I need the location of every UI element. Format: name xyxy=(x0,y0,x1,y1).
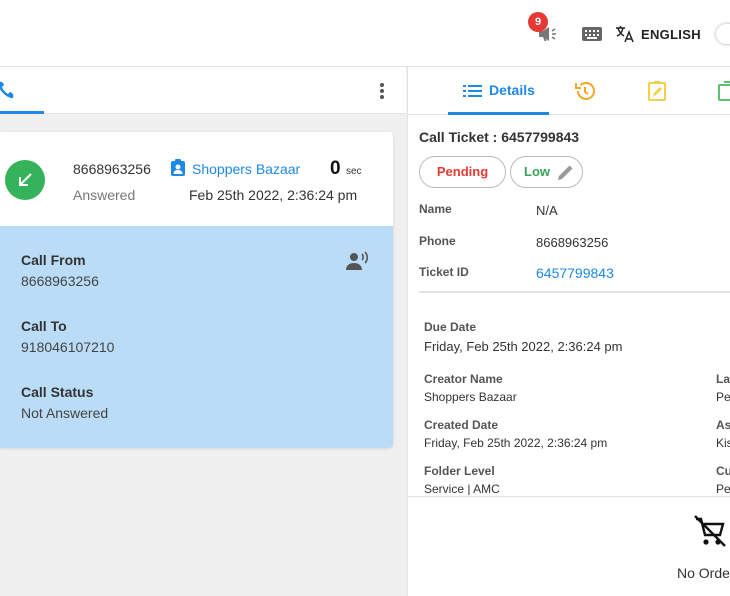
right-col-value-2: Kis xyxy=(716,436,730,450)
call-status: Answered xyxy=(73,187,136,203)
folder-level-value: Service | AMC xyxy=(424,482,500,495)
contact-card-icon xyxy=(170,159,186,177)
priority-chip[interactable]: Low xyxy=(510,156,583,188)
call-from-label: Call From xyxy=(21,252,86,268)
right-col-label-3: Cu xyxy=(716,464,730,478)
list-icon xyxy=(463,82,483,100)
right-col-label-1: La xyxy=(716,372,730,386)
keyboard-icon[interactable] xyxy=(581,24,603,44)
pencil-icon[interactable] xyxy=(556,163,574,181)
creator-name-value: Shoppers Bazaar xyxy=(424,390,517,404)
call-duration: 0 xyxy=(330,158,341,179)
active-tab-indicator xyxy=(0,111,44,114)
remove-shopping-cart-icon xyxy=(692,513,728,549)
right-col-label-2: As xyxy=(716,418,730,432)
name-label: Name xyxy=(419,202,452,216)
language-selector[interactable]: ENGLISH xyxy=(641,27,701,42)
contact-name-link[interactable]: Shoppers Bazaar xyxy=(192,161,300,177)
phone-icon[interactable] xyxy=(0,79,20,101)
record-voice-icon[interactable] xyxy=(345,250,369,272)
call-detail-section: Call From 8668963256 Call To 91804610721… xyxy=(0,226,393,448)
duration-unit: sec xyxy=(346,166,362,177)
call-status-label: Call Status xyxy=(21,384,94,400)
translate-icon[interactable] xyxy=(614,24,634,44)
edit-note-icon[interactable] xyxy=(645,79,669,103)
call-tabs xyxy=(0,67,406,114)
call-to-label: Call To xyxy=(21,318,67,334)
ticket-tabs: Details xyxy=(408,67,730,115)
priority-label: Low xyxy=(524,164,550,179)
ticket-id-label: Ticket ID xyxy=(419,265,469,279)
call-to-value: 918046107210 xyxy=(21,339,115,355)
phone-label: Phone xyxy=(419,234,456,248)
phone-value: 8668963256 xyxy=(536,235,609,250)
call-from-value: 8668963256 xyxy=(21,273,99,289)
creator-name-label: Creator Name xyxy=(424,372,503,386)
right-col-value-1: Pe xyxy=(716,390,730,404)
due-date-label: Due Date xyxy=(424,320,477,334)
history-icon[interactable] xyxy=(573,79,597,103)
ticket-details-scroll[interactable]: Due Date Friday, Feb 25th 2022, 2:36:24 … xyxy=(408,293,730,495)
orders-section: No Orders xyxy=(408,496,730,596)
tab-details[interactable]: Details xyxy=(448,67,549,115)
ticket-panel: Details Call Ticket : 6457799843 Pending… xyxy=(407,67,730,596)
ticket-id-link[interactable]: 6457799843 xyxy=(536,265,614,281)
incoming-call-icon xyxy=(5,160,45,200)
no-orders-text: No Orders xyxy=(677,565,730,581)
call-panel: 8668963256 Answered Shoppers Bazaar 0 se… xyxy=(0,67,406,596)
call-status-value: Not Answered xyxy=(21,405,109,421)
right-col-value-3: Pe xyxy=(716,482,730,495)
more-vert-icon[interactable] xyxy=(372,79,392,103)
copy-icon[interactable] xyxy=(716,79,730,103)
status-chip[interactable]: Pending xyxy=(419,156,506,188)
due-date-value: Friday, Feb 25th 2022, 2:36:24 pm xyxy=(424,339,623,354)
ticket-title: Call Ticket : 6457799843 xyxy=(419,129,580,145)
name-value: N/A xyxy=(536,203,558,218)
active-tab-indicator xyxy=(448,112,549,115)
notification-badge: 9 xyxy=(528,12,548,32)
call-datetime: Feb 25th 2022, 2:36:24 pm xyxy=(189,187,358,203)
folder-level-label: Folder Level xyxy=(424,464,495,478)
tab-details-label: Details xyxy=(489,82,535,98)
created-date-value: Friday, Feb 25th 2022, 2:36:24 pm xyxy=(424,436,608,450)
call-card[interactable]: 8668963256 Answered Shoppers Bazaar 0 se… xyxy=(0,132,393,448)
caller-number: 8668963256 xyxy=(73,161,151,177)
status-toggle[interactable] xyxy=(716,24,730,44)
top-bar: 9 ENGLISH xyxy=(0,0,730,67)
created-date-label: Created Date xyxy=(424,418,499,432)
